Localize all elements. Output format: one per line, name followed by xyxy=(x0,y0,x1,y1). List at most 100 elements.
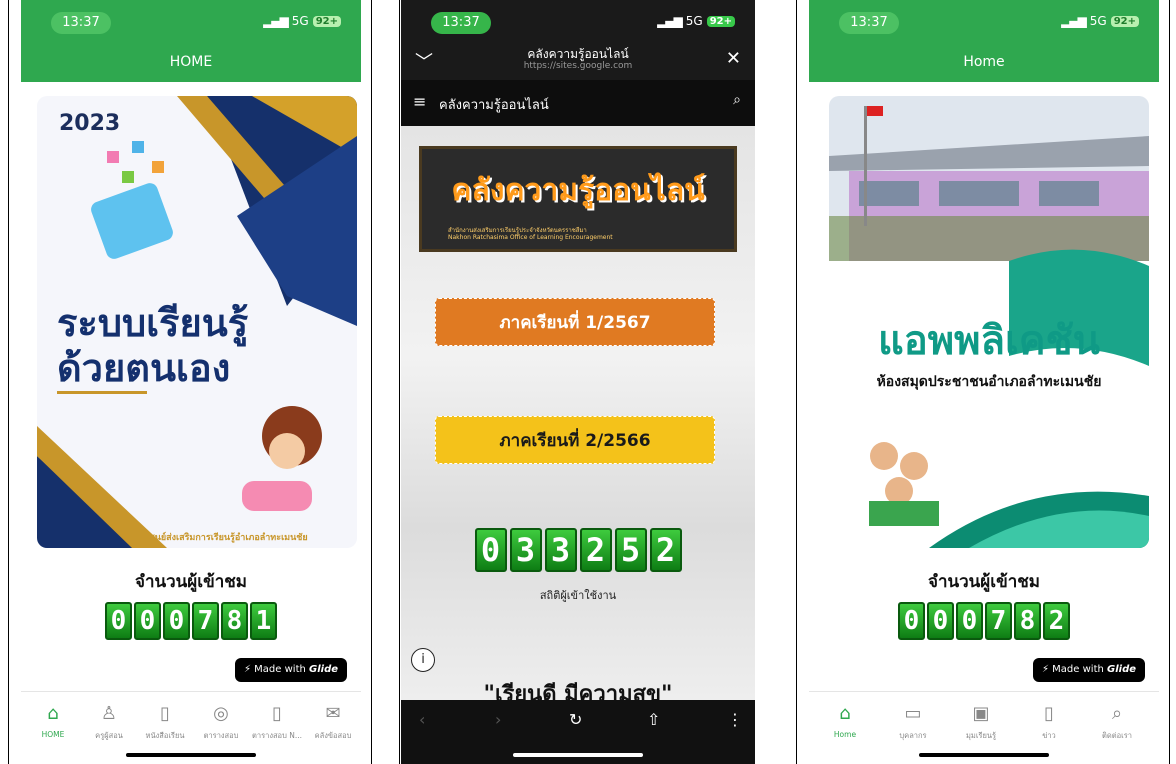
tab-label: คลังข้อสอบ xyxy=(314,731,352,740)
signal-area: ▂▄▆ 5G 92+ xyxy=(657,14,735,28)
home-icon: ⌂ xyxy=(839,703,851,724)
status-bar: 13:37 ▂▄▆ 5G 92+ xyxy=(809,0,1159,42)
browser-nav-bar: ‹ › ↻ ⇧ ⋮ xyxy=(401,700,755,764)
tab-textbooks[interactable]: ▯ หนังสือเรียน xyxy=(137,704,193,742)
tab-teachers[interactable]: ♙ ครูผู้สอน xyxy=(81,704,137,742)
battery-icon: 92+ xyxy=(706,15,735,27)
bottom-tab-bar: ⌂ Home ▭ บุคลากร ▣ มุมเรียนรู้ ▯ ข่าว ⌕ … xyxy=(809,691,1159,764)
hero-subtitle: ห้องสมุดประชาชนอำเภอลำทะเมนชัย xyxy=(877,374,1102,390)
counter-digit: 0 xyxy=(927,602,954,640)
tab-label: ข่าว xyxy=(1042,731,1056,740)
screenshot-frame-2: 13:37 ▂▄▆ 5G 92+ ﹀ คลังความรู้ออนไลน์ ht… xyxy=(399,0,755,764)
glide-icon: ⚡ xyxy=(243,664,251,675)
signal-area: ▂▄▆ 5G 92+ xyxy=(263,14,341,28)
search-icon: ⌕ xyxy=(1111,703,1123,724)
banner-sub-english: Nakhon Ratchasima Office of Learning Enc… xyxy=(448,234,613,241)
book-icon: ▯ xyxy=(272,703,282,724)
hero-banner[interactable]: 2023 ระบบเรียนรู้ ด้วยตนเอง ศูนย์ส่งเสริ… xyxy=(37,96,357,548)
semester-1-2567-link[interactable]: ภาคเรียนที่ 1/2567 xyxy=(435,298,715,346)
counter-digit: 8 xyxy=(1014,602,1041,640)
share-icon[interactable]: ⇧ xyxy=(647,710,660,729)
tab-label: ตารางสอบ xyxy=(203,731,239,740)
battery-icon: 92+ xyxy=(312,15,341,27)
signal-icon: ▂▄▆ xyxy=(1061,14,1087,28)
tab-staff[interactable]: ▭ บุคลากร xyxy=(885,704,941,742)
screenshot-frame-3: 13:37 ▂▄▆ 5G 92+ Home แอพพลิเคชัน ห้องสม… xyxy=(796,0,1170,764)
badge-prefix: Made with xyxy=(254,664,306,675)
site-name[interactable]: คลังความรู้ออนไลน์ xyxy=(439,94,549,115)
tab-exam-bank[interactable]: ✉ คลังข้อสอบ xyxy=(305,704,361,742)
network-type: 5G xyxy=(1089,14,1107,28)
tab-home[interactable]: ⌂ HOME xyxy=(25,704,81,740)
counter-digit: 1 xyxy=(250,602,277,640)
counter-digit: 8 xyxy=(221,602,248,640)
tab-label: หนังสือเรียน xyxy=(145,731,185,740)
tab-label: บุคลากร xyxy=(899,731,927,740)
counter-digit: 0 xyxy=(956,602,983,640)
page-title: Home xyxy=(963,54,1005,70)
home-indicator xyxy=(126,753,256,757)
signal-icon: ▂▄▆ xyxy=(657,14,683,28)
browser-url: https://sites.google.com xyxy=(523,61,633,71)
site-header: ≡ คลังความรู้ออนไลน์ ⌕ xyxy=(401,80,755,126)
info-icon[interactable]: i xyxy=(411,648,435,672)
home-indicator xyxy=(919,753,1049,757)
counter-digit: 0 xyxy=(134,602,161,640)
counter-digit: 3 xyxy=(509,528,542,572)
hero-headline-1: ระบบเรียนรู้ xyxy=(57,301,249,347)
tab-exam-schedule[interactable]: ◎ ตารางสอบ xyxy=(193,704,249,742)
made-with-glide-badge[interactable]: ⚡ Made with Glide xyxy=(235,658,347,682)
badge-brand: Glide xyxy=(1107,664,1137,675)
app-title-bar: HOME xyxy=(21,42,361,82)
person-icon: ♙ xyxy=(100,703,118,724)
more-icon[interactable]: ⋮ xyxy=(727,710,743,729)
tab-news[interactable]: ▯ ข่าว xyxy=(1021,704,1077,742)
usage-stat-label: สถิติผู้เข้าใช้งาน xyxy=(539,589,617,602)
status-time: 13:37 xyxy=(51,12,111,34)
phone-screen-1: 13:37 ▂▄▆ 5G 92+ HOME 2023 ระบบเรียนรู้ … xyxy=(21,0,361,764)
hero-artwork: 2023 ระบบเรียนรู้ ด้วยตนเอง ศูนย์ส่งเสริ… xyxy=(37,96,357,548)
site-banner: คลังความรู้ออนไลน์ สำนักงานส่งเสริมการเร… xyxy=(419,146,737,252)
tab-exam-schedule-n[interactable]: ▯ ตารางสอบ N... xyxy=(249,704,305,742)
tab-contact[interactable]: ⌕ ติดต่อเรา xyxy=(1089,704,1145,742)
usage-counter: 0 3 3 2 5 2 xyxy=(401,528,755,572)
counter-digit: 0 xyxy=(105,602,132,640)
tab-label: ติดต่อเรา xyxy=(1102,731,1132,740)
counter-digit: 2 xyxy=(1043,602,1070,640)
network-type: 5G xyxy=(291,14,309,28)
search-icon[interactable]: ⌕ xyxy=(733,92,741,108)
counter-digit: 7 xyxy=(192,602,219,640)
counter-digit: 5 xyxy=(614,528,647,572)
site-content: คลังความรู้ออนไลน์ สำนักงานส่งเสริมการเร… xyxy=(401,126,755,700)
semester-2-2566-link[interactable]: ภาคเรียนที่ 2/2566 xyxy=(435,416,715,464)
tab-home[interactable]: ⌂ Home xyxy=(817,703,873,740)
counter-digit: 0 xyxy=(898,602,925,640)
hero-year: 2023 xyxy=(59,111,120,136)
reload-icon[interactable]: ↻ xyxy=(569,710,582,729)
screenshot-frame-1: 13:37 ▂▄▆ 5G 92+ HOME 2023 ระบบเรียนรู้ … xyxy=(8,0,372,764)
network-type: 5G xyxy=(685,14,703,28)
badge-icon: ◎ xyxy=(213,703,229,724)
battery-icon: 92+ xyxy=(1110,15,1139,27)
forward-icon[interactable]: › xyxy=(495,710,501,729)
back-icon[interactable]: ‹ xyxy=(419,710,425,729)
tab-learning-corner[interactable]: ▣ มุมเรียนรู้ xyxy=(953,704,1009,742)
browser-header: ﹀ คลังความรู้ออนไลน์ https://sites.googl… xyxy=(401,42,755,80)
hero-headline-2: ด้วยตนเอง xyxy=(57,346,230,390)
counter-digit: 3 xyxy=(544,528,577,572)
hero-banner[interactable]: แอพพลิเคชัน ห้องสมุดประชาชนอำเภอลำทะเมนช… xyxy=(829,96,1149,548)
signal-area: ▂▄▆ 5G 92+ xyxy=(1061,14,1139,28)
page-title: HOME xyxy=(169,54,213,70)
phone-screen-2: 13:37 ▂▄▆ 5G 92+ ﹀ คลังความรู้ออนไลน์ ht… xyxy=(401,0,755,764)
close-icon[interactable]: ✕ xyxy=(726,48,741,69)
made-with-glide-badge[interactable]: ⚡ Made with Glide xyxy=(1033,658,1145,682)
status-bar: 13:37 ▂▄▆ 5G 92+ xyxy=(21,0,361,42)
hero-artwork: แอพพลิเคชัน ห้องสมุดประชาชนอำเภอลำทะเมนช… xyxy=(829,96,1149,548)
hero-headline: แอพพลิเคชัน xyxy=(878,318,1100,364)
phone-screen-3: 13:37 ▂▄▆ 5G 92+ Home แอพพลิเคชัน ห้องสม… xyxy=(809,0,1159,764)
status-bar: 13:37 ▂▄▆ 5G 92+ xyxy=(401,0,755,42)
menu-icon[interactable]: ≡ xyxy=(413,92,426,111)
counter-digit: 0 xyxy=(163,602,190,640)
app-title-bar: Home xyxy=(809,42,1159,82)
badge-brand: Glide xyxy=(309,664,339,675)
